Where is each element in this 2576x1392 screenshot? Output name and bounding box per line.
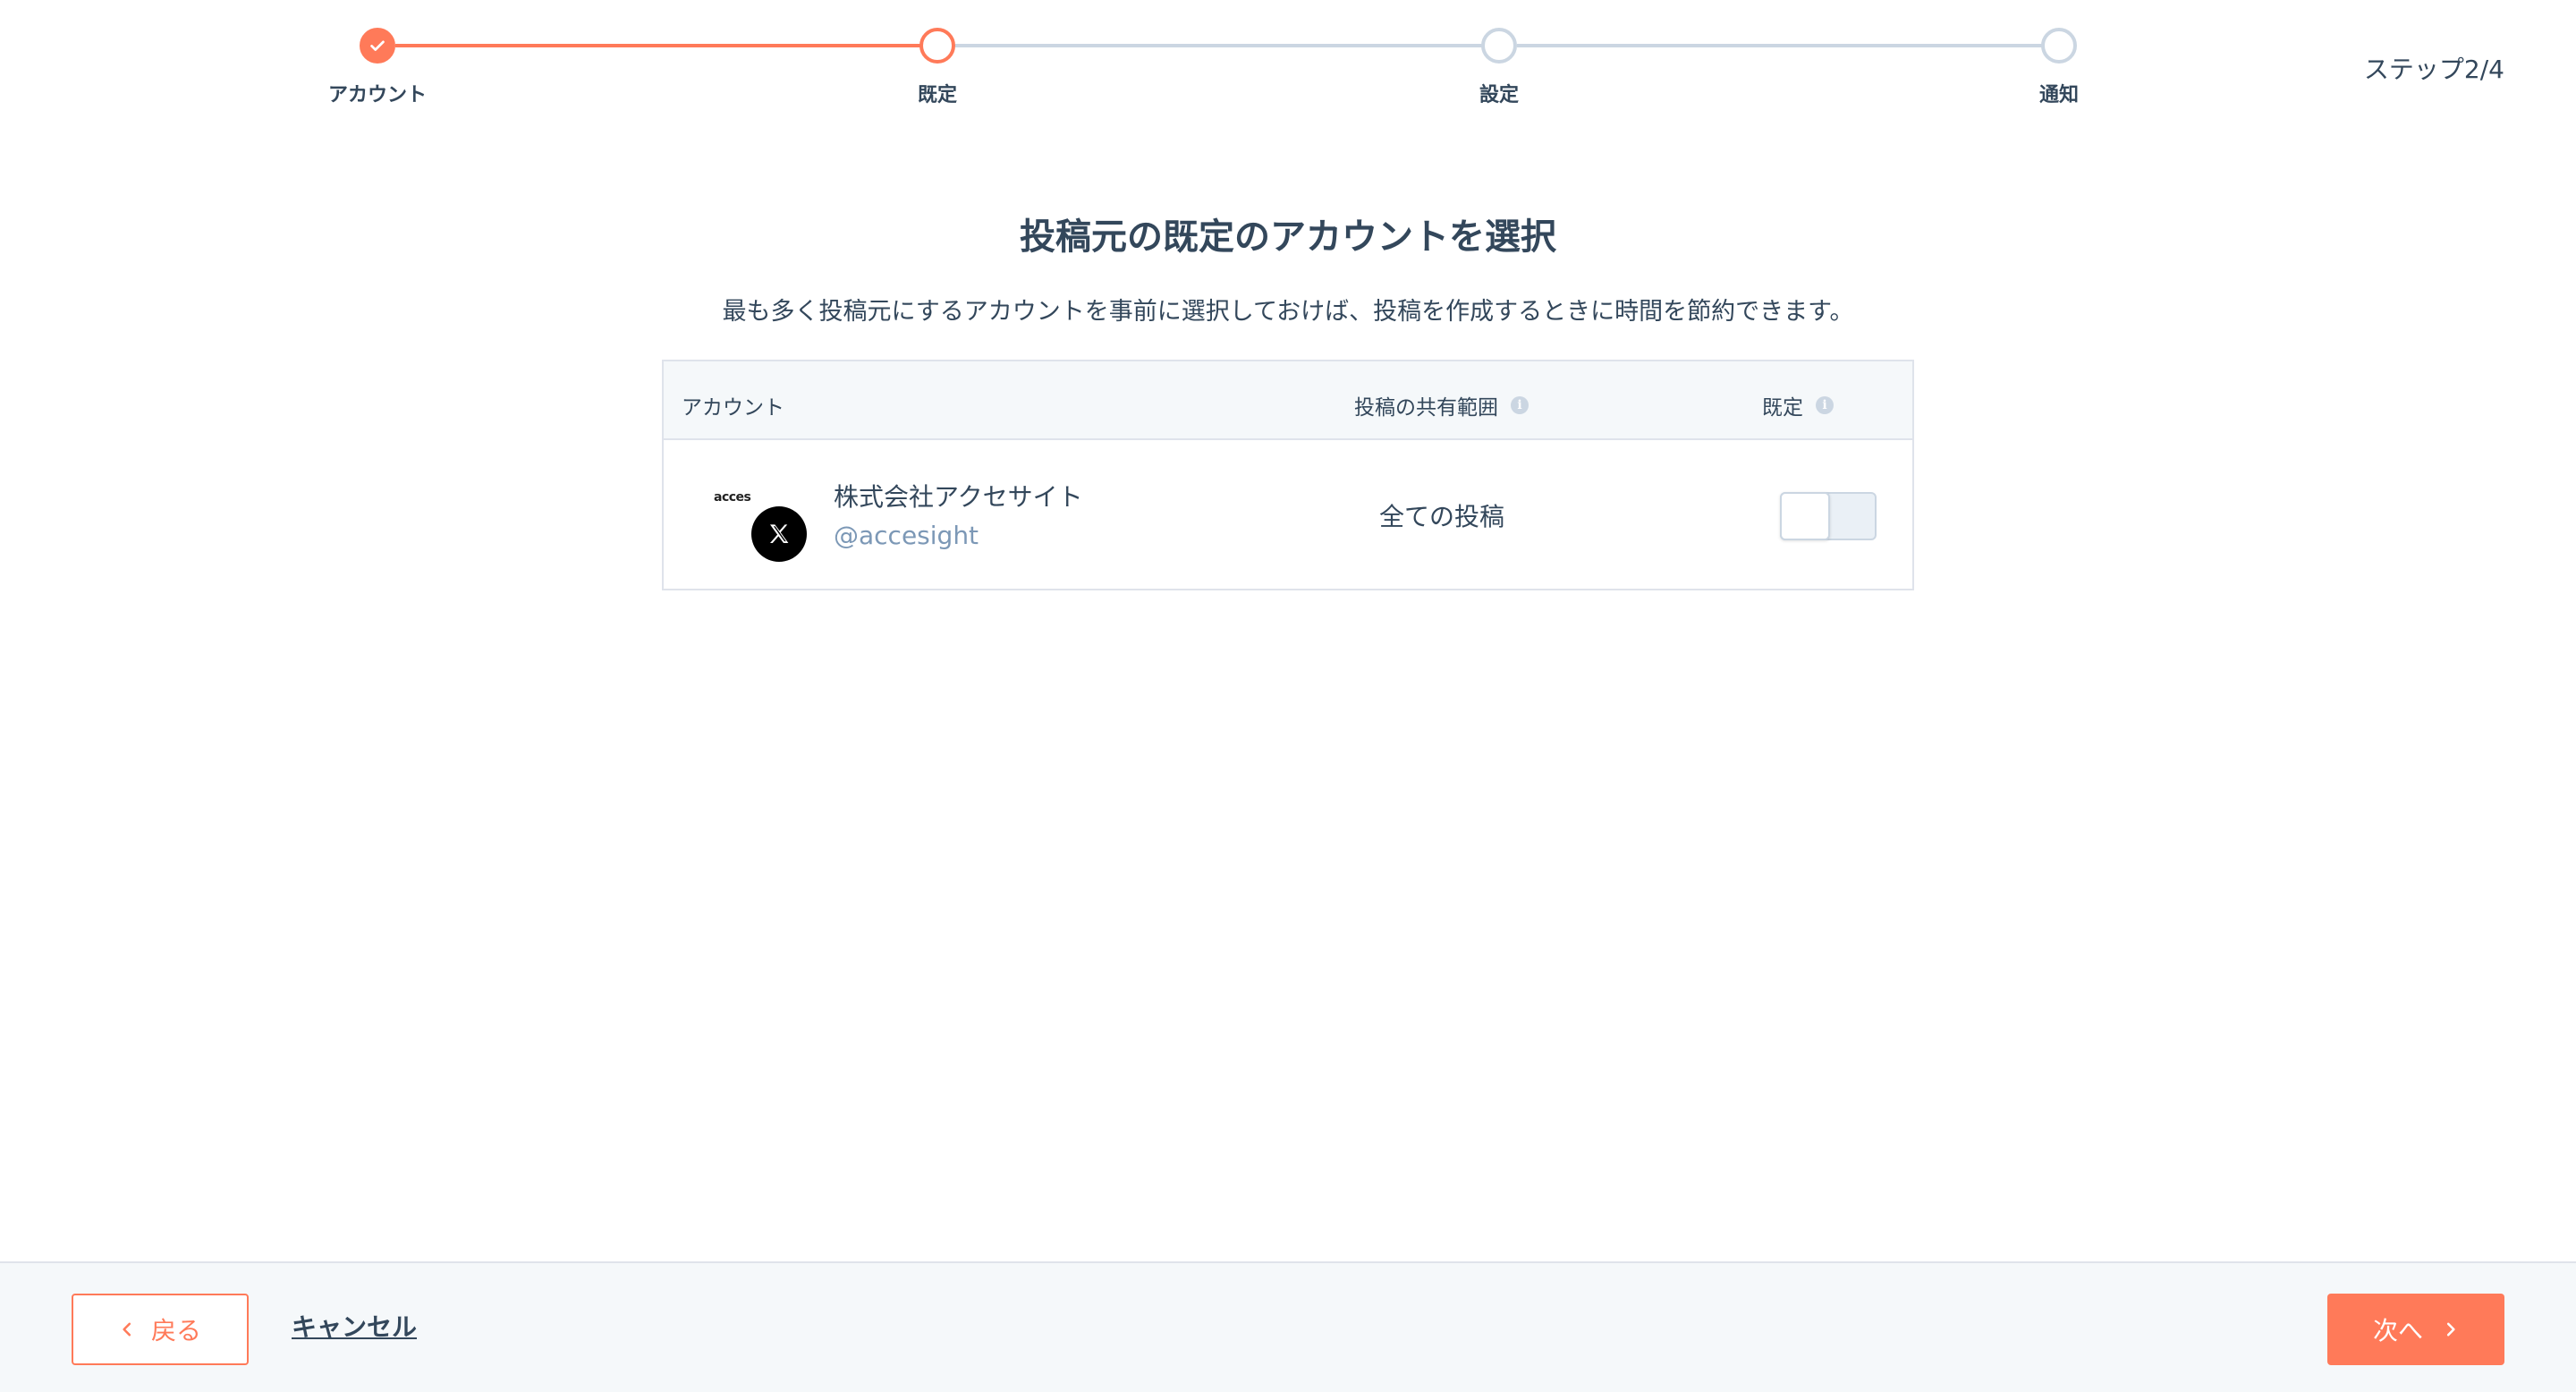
step-2-label: 既定: [917, 84, 958, 106]
account-name: 株式会社アクセサイト: [834, 482, 1083, 512]
step-connector-2: [955, 44, 1496, 47]
default-toggle[interactable]: [1780, 492, 1877, 540]
step-connector-3: [1517, 44, 2057, 47]
step-3-label: 設定: [1479, 84, 1520, 106]
column-header-account-label: アカウント: [682, 396, 784, 420]
column-header-default-label: 既定: [1762, 396, 1803, 420]
step-3-marker: [1481, 28, 1517, 64]
table-row: acces: [664, 440, 1912, 589]
step-1-label: アカウント: [327, 84, 428, 106]
back-button[interactable]: 戻る: [72, 1294, 249, 1365]
page-title: 投稿元の既定のアカウントを選択: [1020, 216, 1556, 258]
next-button-label: 次へ: [2372, 1316, 2423, 1345]
step-4-label: 通知: [2038, 84, 2080, 106]
column-header-account: アカウント: [682, 390, 784, 420]
chevron-left-icon: [119, 1321, 135, 1337]
column-header-scope: 投稿の共有範囲 i: [1354, 390, 1529, 420]
step-2-current-marker: [919, 28, 955, 64]
table-header: アカウント 投稿の共有範囲 i 既定 i: [664, 361, 1912, 440]
info-icon[interactable]: i: [1816, 396, 1834, 414]
step-counter: ステップ2/4: [2363, 55, 2504, 84]
back-button-label: 戻る: [150, 1316, 201, 1345]
cancel-link[interactable]: キャンセル: [292, 1308, 417, 1344]
step-1-complete-marker: [360, 28, 395, 64]
chevron-right-icon: [2443, 1321, 2459, 1337]
column-header-scope-label: 投稿の共有範囲: [1354, 396, 1498, 420]
toggle-knob: [1780, 492, 1830, 540]
step-connector-1: [395, 44, 936, 47]
info-icon[interactable]: i: [1511, 396, 1529, 414]
company-logo: acces: [714, 490, 751, 505]
account-handle: @accesight: [834, 521, 979, 550]
checkmark-icon: [370, 40, 385, 51]
page-subtitle: 最も多く投稿元にするアカウントを事前に選択しておけば、投稿を作成するときに時間を…: [722, 298, 1854, 326]
step-4-marker: [2041, 28, 2077, 64]
sharing-scope-value: 全ての投稿: [1379, 502, 1505, 531]
column-header-default: 既定 i: [1762, 390, 1834, 420]
footer-bar: 戻る キャンセル 次へ: [0, 1261, 2576, 1392]
next-button[interactable]: 次へ: [2327, 1294, 2504, 1365]
accounts-table: アカウント 投稿の共有範囲 i 既定 i acces 株式会社アクセサイト @a…: [662, 360, 1914, 590]
progress-stepper: アカウント 既定 設定 通知 ステップ2/4: [0, 0, 2576, 134]
x-icon: [751, 506, 807, 562]
